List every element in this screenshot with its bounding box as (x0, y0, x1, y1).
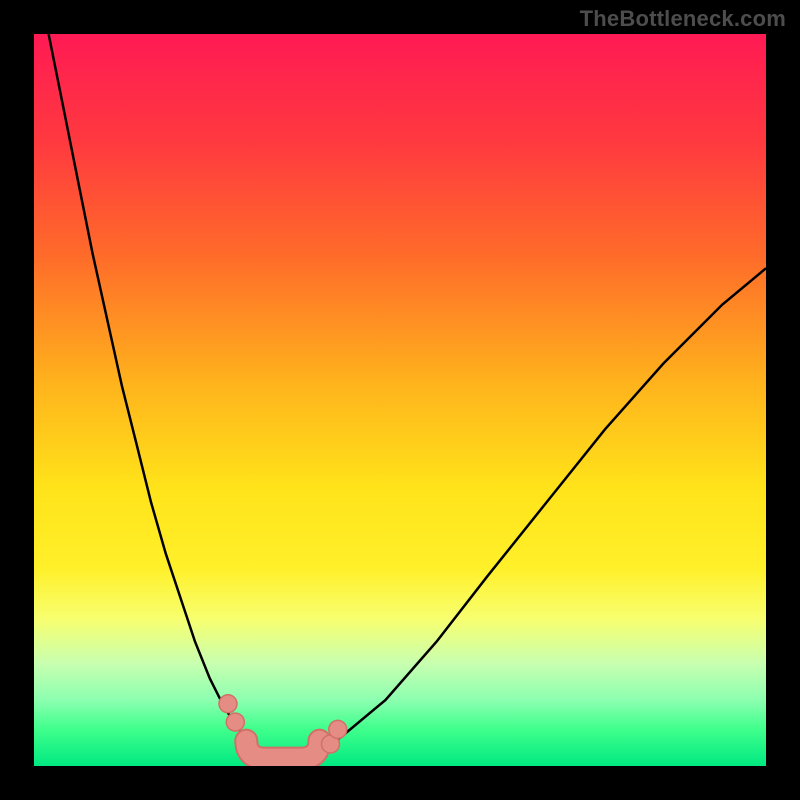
bottleneck-curve (49, 34, 766, 760)
chart-frame: TheBottleneck.com (0, 0, 800, 800)
left-lower-dot (226, 713, 244, 731)
right-upper-dot (329, 720, 347, 738)
watermark-text: TheBottleneck.com (580, 6, 786, 32)
bottom-band-outline (246, 741, 319, 759)
chart-svg (34, 34, 766, 766)
data-points (219, 695, 347, 753)
left-upper-dot (219, 695, 237, 713)
plot-area (34, 34, 766, 766)
bottom-band (246, 741, 319, 759)
right-lower-dot (321, 735, 339, 753)
